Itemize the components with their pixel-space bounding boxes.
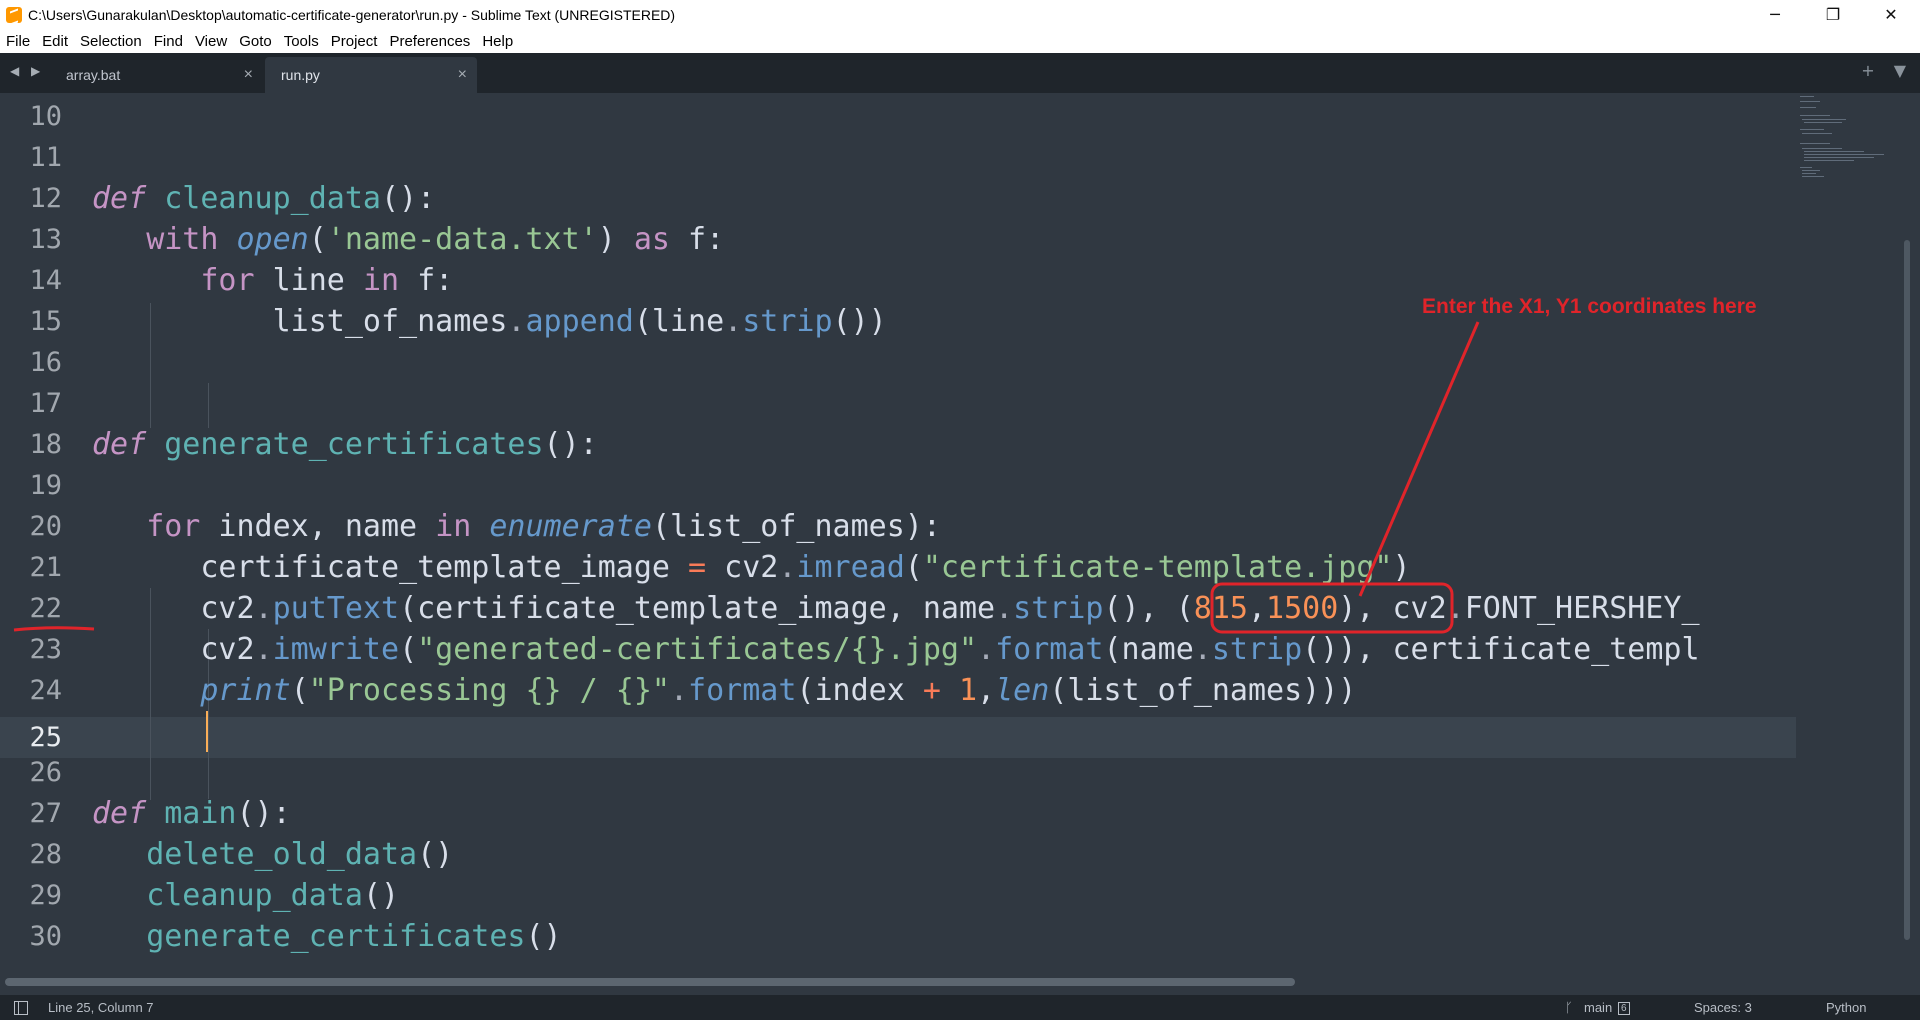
- minimap-line: [1802, 173, 1816, 174]
- code-line: def generate_certificates():: [92, 427, 598, 462]
- minimap-line: [1804, 122, 1842, 123]
- tab-run-py[interactable]: run.py ×: [265, 57, 477, 93]
- line-number: 16: [29, 347, 62, 378]
- minimap-line: [1802, 119, 1846, 120]
- menu-edit[interactable]: Edit: [36, 33, 74, 50]
- indentation-setting[interactable]: Spaces: 3: [1694, 1000, 1752, 1015]
- minimap-line: [1800, 167, 1812, 168]
- minimap[interactable]: [1796, 93, 1920, 970]
- code-line: list_of_names.append(line.strip()): [92, 304, 887, 339]
- line-number: 28: [29, 839, 62, 870]
- tab-array-bat[interactable]: array.bat ×: [50, 57, 263, 93]
- menu-file[interactable]: File: [0, 33, 36, 50]
- menu-goto[interactable]: Goto: [233, 33, 278, 50]
- code-line: cv2.imwrite("generated-certificates/{}.j…: [92, 632, 1700, 667]
- code-line: cleanup_data(): [146, 878, 400, 913]
- line-number: 12: [29, 183, 62, 214]
- minimap-line: [1800, 101, 1820, 102]
- line-number: 21: [29, 552, 62, 583]
- code-line: for line in f:: [200, 263, 454, 298]
- horizontal-scrollbar[interactable]: [5, 978, 1295, 986]
- status-bar: Line 25, Column 7 ᚴ main 6 Spaces: 3 Pyt…: [0, 995, 1920, 1020]
- line-number: 10: [29, 101, 62, 132]
- new-tab-icon[interactable]: +: [1861, 61, 1874, 80]
- menu-bar: File Edit Selection Find View Goto Tools…: [0, 29, 1920, 53]
- menu-preferences[interactable]: Preferences: [383, 33, 476, 50]
- line-number: 14: [29, 265, 62, 296]
- tab-nav-arrows[interactable]: ◀ ▶: [10, 64, 44, 78]
- code-line: delete_old_data(): [146, 837, 454, 872]
- code-line: cv2.putText(certificate_template_image, …: [92, 591, 1700, 626]
- git-branch[interactable]: main: [1584, 1000, 1612, 1015]
- syntax-selector[interactable]: Python: [1826, 1000, 1866, 1015]
- text-cursor: [206, 711, 208, 752]
- minimap-line: [1804, 151, 1864, 152]
- minimize-button[interactable]: ─: [1746, 0, 1804, 29]
- restore-button[interactable]: ❐: [1804, 0, 1862, 29]
- line-number: 20: [29, 511, 62, 542]
- git-branch-icon: ᚴ: [1565, 1000, 1573, 1015]
- menu-project[interactable]: Project: [325, 33, 384, 50]
- code-line: def cleanup_data():: [92, 181, 436, 216]
- tab-label: run.py: [281, 67, 320, 83]
- minimap-line: [1802, 133, 1832, 134]
- minimap-line: [1804, 157, 1874, 158]
- line-number: 18: [29, 429, 62, 460]
- menu-tools[interactable]: Tools: [278, 33, 325, 50]
- tab-actions: + ▼: [1847, 61, 1906, 80]
- code-line: for index, name in enumerate(list_of_nam…: [146, 509, 941, 544]
- line-number: 11: [29, 142, 62, 173]
- line-number: 30: [29, 921, 62, 952]
- minimap-line: [1804, 160, 1854, 161]
- line-number: 17: [29, 388, 62, 419]
- code-line: def main():: [92, 796, 291, 831]
- line-number: 13: [29, 224, 62, 255]
- sublime-app-icon: [6, 6, 22, 23]
- line-number: 15: [29, 306, 62, 337]
- minimap-line: [1800, 129, 1824, 130]
- code-line: print("Processing {} / {}".format(index …: [200, 673, 1357, 708]
- vertical-scrollbar[interactable]: [1904, 240, 1910, 940]
- code-editor[interactable]: 25 10 11 12 13 14 15 16 17 18 19 20 21 2…: [0, 93, 1796, 970]
- code-line: generate_certificates(): [146, 919, 562, 954]
- tab-close-icon[interactable]: ×: [244, 66, 253, 84]
- line-number: 24: [29, 675, 62, 706]
- branch-count-badge: 6: [1618, 1002, 1630, 1015]
- panel-toggle-icon[interactable]: [14, 1000, 28, 1015]
- menu-find[interactable]: Find: [148, 33, 189, 50]
- tab-bar: ◀ ▶ array.bat × run.py × + ▼: [0, 53, 1920, 93]
- line-number: 22: [29, 593, 62, 624]
- minimap-line: [1800, 96, 1814, 97]
- tab-label: array.bat: [66, 67, 121, 83]
- annotation-label: Enter the X1, Y1 coordinates here: [1422, 295, 1757, 318]
- close-button[interactable]: ✕: [1862, 0, 1920, 29]
- minimap-line: [1802, 176, 1824, 177]
- line-number: 23: [29, 634, 62, 665]
- tab-close-icon[interactable]: ×: [458, 66, 467, 84]
- minimap-line: [1802, 170, 1820, 171]
- minimap-line: [1800, 115, 1830, 116]
- line-gutter: 10 11 12 13 14 15 16 17 18 19 20 21 22 2…: [0, 93, 80, 970]
- code-line: certificate_template_image = cv2.imread(…: [92, 550, 1411, 585]
- line-number: 19: [29, 470, 62, 501]
- title-bar: C:\Users\Gunarakulan\Desktop\automatic-c…: [0, 0, 1920, 29]
- cursor-position: Line 25, Column 7: [48, 1000, 154, 1015]
- window-controls: ─ ❐ ✕: [1746, 0, 1920, 29]
- line-number: 27: [29, 798, 62, 829]
- minimap-line: [1804, 154, 1884, 155]
- code-area[interactable]: def cleanup_data(): with open('name-data…: [92, 93, 1792, 970]
- window-title: C:\Users\Gunarakulan\Desktop\automatic-c…: [28, 6, 676, 23]
- line-number: 29: [29, 880, 62, 911]
- menu-help[interactable]: Help: [476, 33, 519, 50]
- menu-selection[interactable]: Selection: [74, 33, 148, 50]
- minimap-line: [1800, 143, 1830, 144]
- minimap-line: [1800, 107, 1816, 108]
- line-number: 26: [29, 757, 62, 788]
- minimap-line: [1802, 148, 1842, 149]
- menu-view[interactable]: View: [189, 33, 233, 50]
- tab-menu-icon[interactable]: ▼: [1894, 61, 1906, 80]
- code-line: with open('name-data.txt') as f:: [146, 222, 725, 257]
